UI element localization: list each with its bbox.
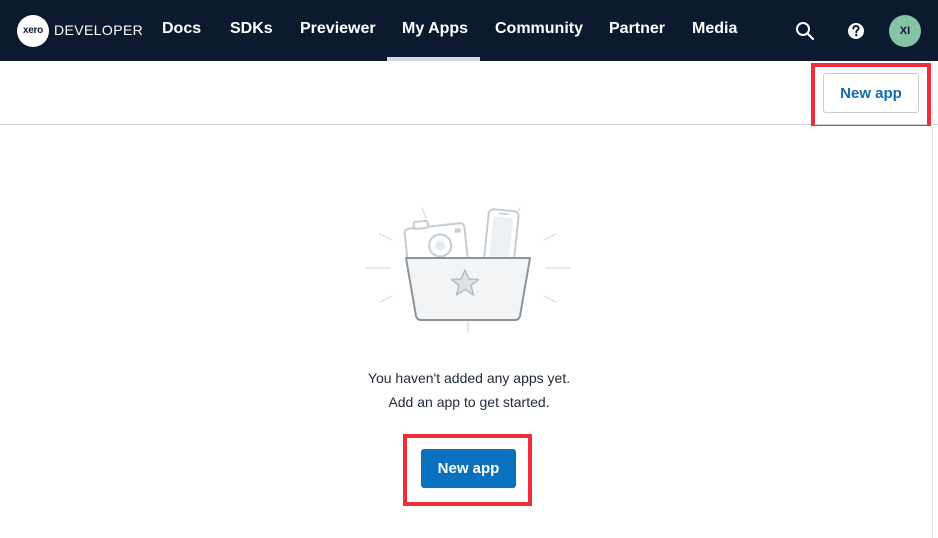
empty-state-message: You haven't added any apps yet. [367, 370, 571, 386]
user-avatar[interactable]: XI [889, 15, 921, 47]
nav-item-my-apps[interactable]: My Apps [402, 20, 468, 38]
xero-logo[interactable]: xero [17, 15, 49, 47]
content-border [932, 61, 933, 538]
new-app-button-header[interactable]: New app [823, 73, 919, 113]
empty-state-hint: Add an app to get started. [388, 394, 550, 410]
nav-item-partner[interactable]: Partner [609, 20, 665, 38]
nav-item-community[interactable]: Community [495, 20, 583, 38]
nav-item-previewer[interactable]: Previewer [300, 20, 376, 38]
help-icon[interactable] [845, 20, 867, 42]
empty-apps-illustration-icon [365, 207, 571, 333]
top-navigation: xero DEVELOPER Docs SDKs Previewer My Ap… [0, 0, 938, 61]
nav-item-docs[interactable]: Docs [162, 20, 201, 38]
nav-item-media[interactable]: Media [692, 20, 737, 38]
nav-item-sdks[interactable]: SDKs [230, 20, 273, 38]
brand-label[interactable]: DEVELOPER [54, 22, 143, 38]
search-icon[interactable] [794, 20, 816, 42]
page-header-bar [0, 61, 938, 125]
new-app-button-primary[interactable]: New app [421, 449, 516, 488]
